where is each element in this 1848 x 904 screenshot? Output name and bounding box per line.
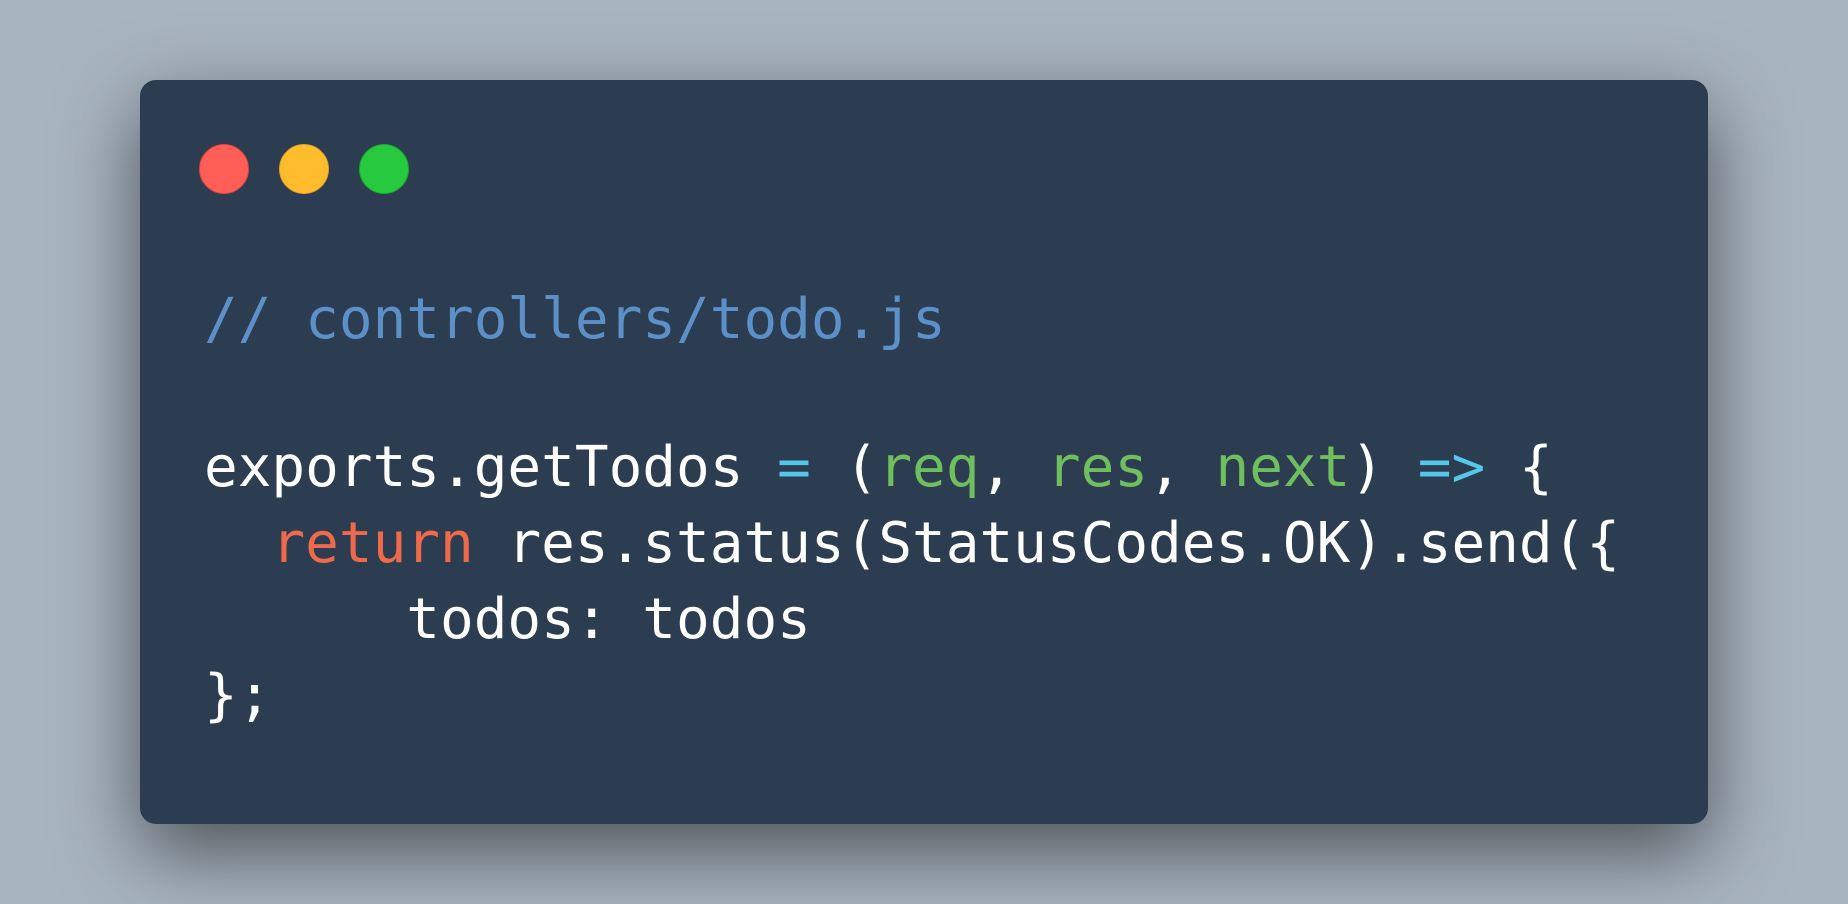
code-operator: = [777,435,811,500]
code-param: res [1046,435,1149,500]
code-text: , [1148,435,1216,500]
code-text: }; [204,663,272,728]
code-text: { [1485,435,1553,500]
close-window-button[interactable] [199,144,249,194]
code-text: , [979,435,1047,500]
code-text: todos: todos [204,587,811,652]
maximize-window-button[interactable] [359,144,409,194]
code-param: next [1215,435,1351,500]
minimize-window-button[interactable] [279,144,329,194]
code-param: req [878,435,980,500]
code-text: res.status(StatusCodes.OK).send({ [473,511,1621,576]
code-text: ) [1350,435,1418,500]
code-comment: // controllers/todo.js [204,287,946,352]
code-arrow-operator: => [1417,435,1486,500]
code-line-object: todos: todos [204,582,1620,658]
code-line-return: return res.status(StatusCodes.OK).send({ [204,506,1620,582]
code-text: ( [810,435,879,500]
code-keyword: return [271,511,474,576]
code-line-comment: // controllers/todo.js [204,282,1620,358]
code-line-function: exports.getTodos = (req, res, next) => { [204,430,1620,506]
code-block: // controllers/todo.js exports.getTodos … [204,282,1620,734]
code-line-close: }; [204,658,1620,734]
code-text: exports.getTodos [204,435,778,500]
